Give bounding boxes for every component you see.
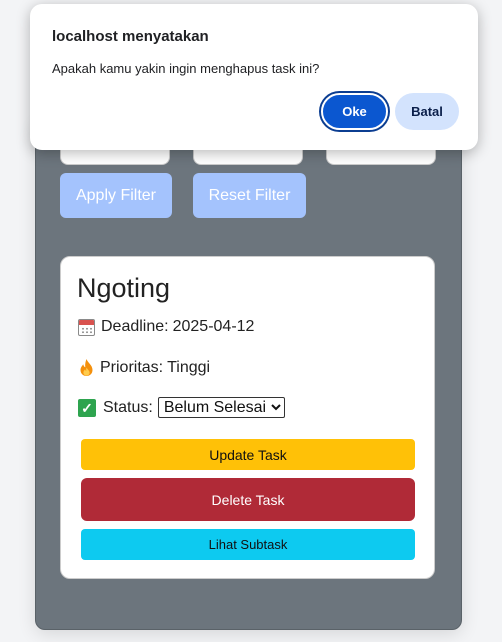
- dialog-title: localhost menyatakan: [52, 28, 209, 45]
- priority-row: Prioritas: Tinggi: [78, 358, 210, 377]
- status-row: ✓ Status: Belum Selesai: [78, 397, 285, 418]
- calendar-icon: [78, 318, 95, 336]
- reset-filter-button[interactable]: Reset Filter: [193, 173, 306, 218]
- deadline-value: 2025-04-12: [172, 318, 255, 335]
- task-title: Ngoting: [77, 273, 171, 303]
- status-label: Status:: [103, 398, 153, 416]
- confirm-dialog: localhost menyatakan Apakah kamu yakin i…: [30, 4, 478, 150]
- apply-filter-button[interactable]: Apply Filter: [60, 173, 172, 218]
- dialog-message: Apakah kamu yakin ingin menghapus task i…: [52, 61, 320, 76]
- update-task-button[interactable]: Update Task: [81, 439, 415, 470]
- task-card: Ngoting Deadline: 2025-04-12 Prioritas: …: [60, 256, 435, 579]
- deadline-row: Deadline: 2025-04-12: [78, 318, 254, 336]
- priority-label: Prioritas:: [100, 358, 164, 376]
- cancel-button[interactable]: Batal: [395, 93, 459, 130]
- delete-task-button[interactable]: Delete Task: [81, 478, 415, 521]
- status-select[interactable]: Belum Selesai: [157, 397, 285, 418]
- priority-value: Tinggi: [167, 358, 211, 376]
- check-mark-icon: ✓: [78, 398, 96, 417]
- ok-button[interactable]: Oke: [321, 93, 388, 130]
- view-subtask-button[interactable]: Lihat Subtask: [81, 529, 415, 560]
- fire-icon: [78, 358, 95, 377]
- deadline-label: Deadline:: [101, 318, 169, 335]
